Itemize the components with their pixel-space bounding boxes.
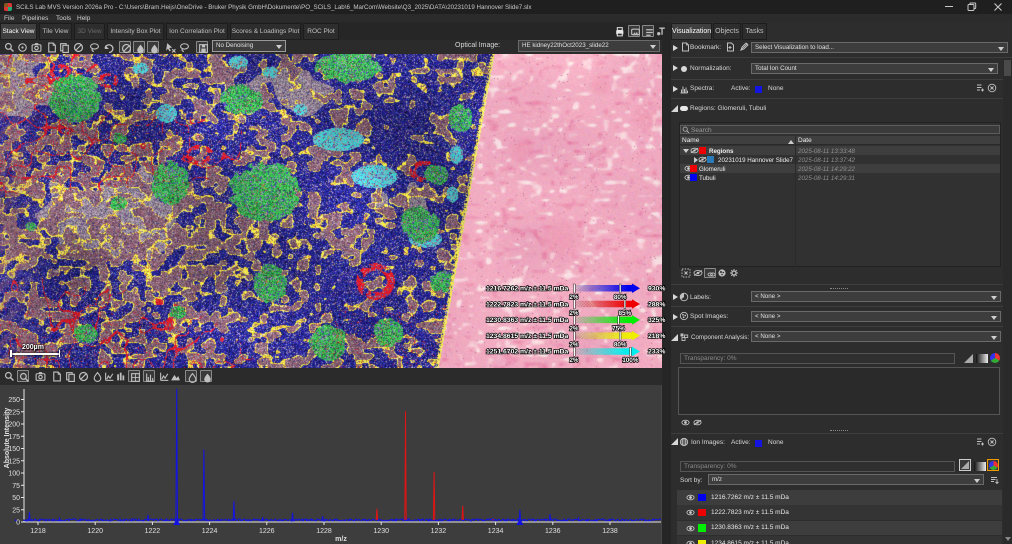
svg-text:1234.8615 m/z ± 11.5 mDa: 1234.8615 m/z ± 11.5 mDa <box>486 333 569 340</box>
svg-text:75%: 75% <box>612 326 625 333</box>
svg-text:1230.8363 m/z ± 11.5 mDa: 1230.8363 m/z ± 11.5 mDa <box>486 317 569 324</box>
svg-text:325%: 325% <box>648 317 665 324</box>
svg-text:m/z: m/z <box>335 536 347 543</box>
svg-text:288%: 288% <box>648 301 665 308</box>
svg-text:100: 100 <box>8 471 20 478</box>
svg-text:85%: 85% <box>618 310 631 317</box>
svg-text:233%: 233% <box>648 349 665 356</box>
svg-text:75: 75 <box>12 483 20 490</box>
svg-text:100%: 100% <box>622 357 639 364</box>
svg-text:930%: 930% <box>648 286 665 293</box>
svg-text:1238: 1238 <box>602 528 618 535</box>
svg-text:1251.6702 m/z ± 11.5 mDa: 1251.6702 m/z ± 11.5 mDa <box>486 349 569 356</box>
svg-text:80%: 80% <box>614 341 627 348</box>
svg-text:1224: 1224 <box>202 528 218 535</box>
svg-text:1228: 1228 <box>316 528 332 535</box>
svg-text:250: 250 <box>8 397 20 404</box>
svg-text:Absolute Intensity: Absolute Intensity <box>4 408 11 469</box>
svg-text:2%: 2% <box>569 357 579 364</box>
svg-text:50: 50 <box>12 495 20 502</box>
svg-text:1234: 1234 <box>488 528 504 535</box>
svg-text:218%: 218% <box>648 333 665 340</box>
svg-text:1230: 1230 <box>373 528 389 535</box>
svg-text:1236: 1236 <box>545 528 561 535</box>
svg-text:1232: 1232 <box>431 528 447 535</box>
svg-text:1222.7823 m/z ± 11.5 mDa: 1222.7823 m/z ± 11.5 mDa <box>486 301 569 308</box>
svg-text:1222: 1222 <box>145 528 161 535</box>
svg-text:1226: 1226 <box>259 528 275 535</box>
svg-text:1216.7262 m/z ± 11.5 mDa: 1216.7262 m/z ± 11.5 mDa <box>486 286 569 293</box>
svg-text:25: 25 <box>12 507 20 514</box>
svg-text:1218: 1218 <box>30 528 46 535</box>
svg-text:1220: 1220 <box>87 528 103 535</box>
